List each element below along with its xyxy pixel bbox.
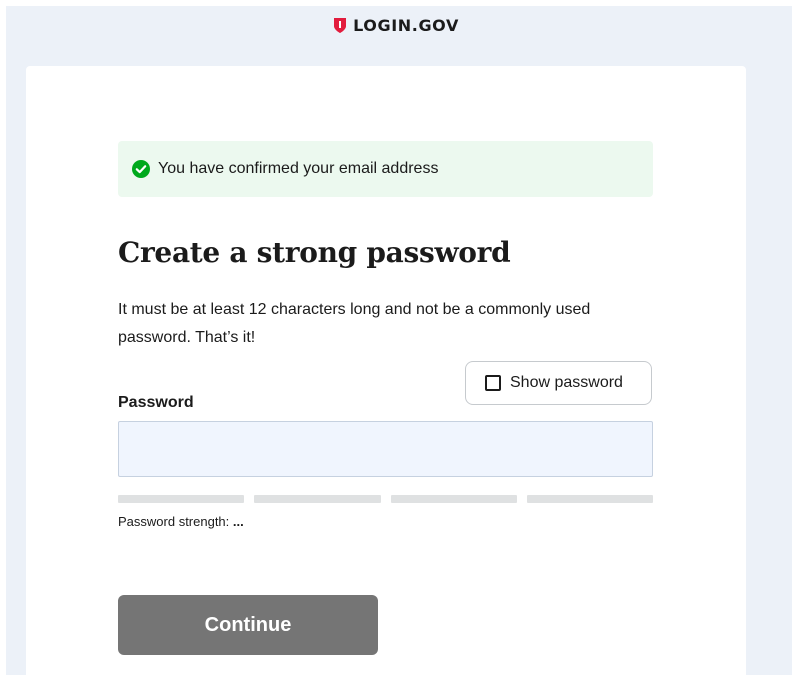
success-alert: You have confirmed your email address — [118, 141, 653, 197]
check-circle-icon — [132, 160, 150, 178]
password-requirements: It must be at least 12 characters long a… — [118, 301, 591, 346]
logo-text[interactable]: LOGIN.GOV — [353, 16, 459, 35]
strength-bar — [390, 495, 517, 503]
password-input[interactable] — [118, 421, 653, 477]
shield-icon — [334, 17, 347, 33]
strength-bar — [118, 495, 245, 503]
strength-bar — [254, 495, 381, 503]
password-label: Password — [118, 394, 194, 411]
strength-label: Password strength: — [118, 514, 230, 529]
password-strength-meter — [118, 495, 653, 503]
show-password-checkbox[interactable] — [485, 375, 501, 391]
strength-bar — [526, 495, 653, 503]
show-password-label: Show password — [510, 374, 623, 391]
site-header: LOGIN.GOV — [0, 12, 792, 38]
password-strength-text: Password strength: ... — [118, 514, 244, 529]
alert-message: You have confirmed your email address — [158, 160, 439, 177]
show-password-toggle[interactable]: Show password — [465, 361, 652, 405]
continue-button[interactable]: Continue — [118, 595, 378, 655]
page-title: Create a strong password — [118, 236, 511, 269]
strength-value: ... — [232, 514, 244, 529]
